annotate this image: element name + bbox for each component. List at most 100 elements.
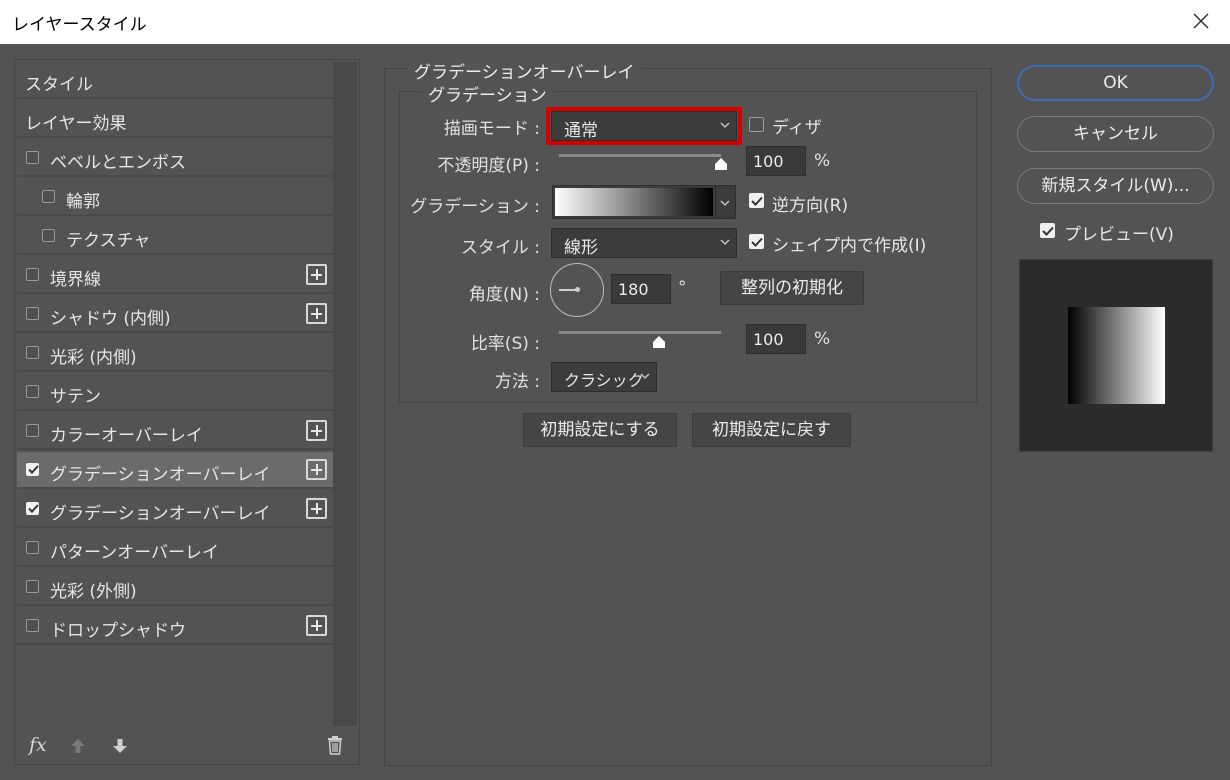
style-item-label: グラデーションオーバーレイ: [50, 504, 271, 524]
align-with-layer-label: シェイプ内で作成(I): [772, 236, 927, 256]
style-item-label: 光彩 (外側): [50, 582, 137, 602]
blend-mode-label: 描画モード :: [443, 119, 540, 139]
align-with-layer-checkbox[interactable]: [749, 234, 764, 249]
move-up-icon[interactable]: [69, 737, 87, 755]
add-effect-icon[interactable]: [306, 498, 327, 519]
reset-alignment-button[interactable]: 整列の初期化: [720, 271, 864, 305]
style-item-checkbox[interactable]: [42, 190, 55, 203]
close-icon[interactable]: [1186, 6, 1216, 36]
make-default-button[interactable]: 初期設定にする: [523, 413, 677, 447]
style-item[interactable]: スタイル: [17, 62, 333, 99]
scale-value: 100: [753, 330, 784, 349]
scale-input[interactable]: 100: [746, 324, 806, 354]
style-item-checkbox[interactable]: [26, 424, 39, 437]
reverse-checkbox[interactable]: [749, 193, 764, 208]
title-bar: レイヤースタイル: [0, 0, 1230, 44]
add-effect-icon[interactable]: [306, 615, 327, 636]
style-item-label: レイヤー効果: [25, 114, 127, 134]
style-item-label: パターンオーバーレイ: [50, 543, 219, 563]
style-item-checkbox[interactable]: [26, 580, 39, 593]
checkmark-icon: [751, 196, 763, 206]
scale-label: 比率(S) :: [470, 334, 540, 354]
style-value: 線形: [564, 238, 598, 258]
style-item-checkbox[interactable]: [26, 502, 39, 515]
highlight-box: [546, 107, 742, 145]
style-item-checkbox[interactable]: [42, 229, 55, 242]
new-style-button[interactable]: 新規スタイル(W)...: [1017, 168, 1214, 204]
reset-to-default-button[interactable]: 初期設定に戻す: [692, 413, 851, 447]
preview-swatch: [1068, 307, 1165, 404]
preview-label: プレビュー(V): [1064, 225, 1174, 245]
style-item[interactable]: 光彩 (内側): [17, 335, 333, 372]
style-item[interactable]: ドロップシャドウ: [17, 608, 333, 645]
style-item-checkbox[interactable]: [26, 346, 39, 359]
preview-checkbox[interactable]: [1040, 223, 1055, 238]
style-item-label: 境界線: [50, 270, 101, 290]
dither-checkbox[interactable]: [749, 117, 764, 132]
ok-button[interactable]: OK: [1017, 65, 1214, 101]
angle-dial[interactable]: [550, 263, 604, 317]
style-item[interactable]: グラデーションオーバーレイ: [17, 491, 333, 528]
method-label: 方法 :: [494, 372, 540, 392]
angle-label: 角度(N) :: [468, 285, 540, 305]
scale-slider-track[interactable]: [559, 331, 721, 334]
angle-unit: °: [678, 278, 687, 298]
angle-value: 180: [618, 280, 649, 299]
style-item[interactable]: ベベルとエンボス: [17, 140, 333, 177]
style-item-label: 光彩 (内側): [50, 348, 137, 368]
style-item[interactable]: カラーオーバーレイ: [17, 413, 333, 450]
checkmark-icon: [1042, 226, 1054, 236]
style-item-label: シャドウ (内側): [50, 309, 171, 329]
opacity-input[interactable]: 100: [746, 146, 806, 176]
style-item-checkbox[interactable]: [26, 619, 39, 632]
style-item-checkbox[interactable]: [26, 463, 39, 476]
chevron-down-icon: [640, 373, 650, 379]
scale-slider-thumb[interactable]: [652, 335, 666, 349]
style-item-checkbox[interactable]: [26, 268, 39, 281]
style-item[interactable]: グラデーションオーバーレイ: [17, 452, 333, 489]
styles-list-toolbar: fx: [17, 732, 357, 760]
style-item[interactable]: 光彩 (外側): [17, 569, 333, 606]
gradient-swatch[interactable]: [555, 188, 713, 216]
chevron-down-icon: [720, 239, 730, 245]
cancel-button[interactable]: キャンセル: [1017, 116, 1214, 152]
style-item-checkbox[interactable]: [26, 385, 39, 398]
opacity-slider-thumb[interactable]: [714, 157, 728, 171]
style-item[interactable]: シャドウ (内側): [17, 296, 333, 333]
method-dropdown[interactable]: クラシック: [551, 362, 657, 392]
style-item[interactable]: パターンオーバーレイ: [17, 530, 333, 567]
style-item-label: ドロップシャドウ: [50, 621, 186, 641]
style-item-checkbox[interactable]: [26, 307, 39, 320]
add-effect-icon[interactable]: [306, 420, 327, 441]
styles-list-scrollbar[interactable]: [333, 62, 357, 726]
add-effect-icon[interactable]: [306, 264, 327, 285]
style-item[interactable]: 輪郭: [17, 179, 333, 216]
add-effect-icon[interactable]: [306, 303, 327, 324]
opacity-slider-track[interactable]: [559, 154, 721, 157]
style-item[interactable]: テクスチャ: [17, 218, 333, 255]
gradient-picker[interactable]: [552, 185, 736, 219]
chevron-down-icon[interactable]: [720, 199, 730, 207]
opacity-unit: %: [814, 151, 831, 171]
angle-input[interactable]: 180: [611, 274, 671, 304]
style-dropdown[interactable]: 線形: [551, 228, 737, 258]
fx-icon[interactable]: fx: [29, 734, 47, 756]
opacity-value: 100: [753, 152, 784, 171]
style-item-label: スタイル: [25, 75, 93, 95]
gradient-label: グラデーション :: [410, 197, 540, 217]
style-item-checkbox[interactable]: [26, 541, 39, 554]
style-item[interactable]: レイヤー効果: [17, 101, 333, 138]
checkmark-icon: [28, 504, 39, 513]
style-item[interactable]: 境界線: [17, 257, 333, 294]
style-item-label: テクスチャ: [66, 231, 151, 251]
checkmark-icon: [28, 465, 39, 474]
style-item-checkbox[interactable]: [26, 151, 39, 164]
add-effect-icon[interactable]: [306, 459, 327, 480]
delete-icon[interactable]: [326, 735, 344, 755]
style-item-label: グラデーションオーバーレイ: [50, 465, 271, 485]
style-item-label: カラーオーバーレイ: [50, 426, 203, 446]
group-title: グラデーションオーバーレイ: [408, 58, 641, 83]
opacity-label: 不透明度(P) :: [437, 156, 540, 176]
style-item[interactable]: サテン: [17, 374, 333, 411]
move-down-icon[interactable]: [111, 737, 129, 755]
